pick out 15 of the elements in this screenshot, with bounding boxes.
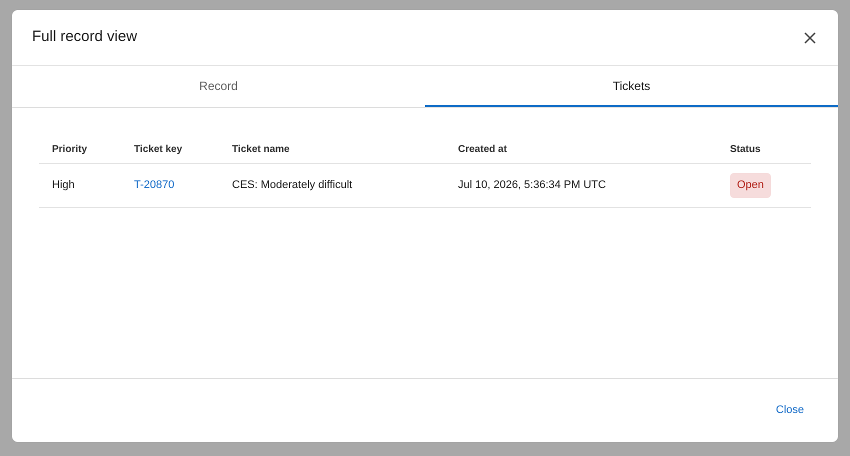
column-header: Priority (52, 144, 88, 154)
dialog-title: Full record view (32, 27, 138, 48)
table-cell: Jul 10, 2026, 5:36:34 PM UTC (458, 179, 606, 192)
column-header: Created at (458, 144, 507, 154)
column-header: Status (730, 144, 761, 154)
close-icon[interactable] (802, 30, 818, 46)
ticket-link[interactable]: T-20870 (134, 179, 174, 192)
column-header: Ticket key (134, 144, 182, 154)
status-badge: Open (730, 173, 771, 198)
table-cell: High (52, 179, 75, 192)
tab[interactable]: Tickets (425, 66, 838, 107)
close-button[interactable]: Close (776, 402, 804, 419)
table-cell: CES: Moderately difficult (232, 179, 352, 192)
tab[interactable]: Record (12, 66, 425, 107)
column-header: Ticket name (232, 144, 290, 154)
